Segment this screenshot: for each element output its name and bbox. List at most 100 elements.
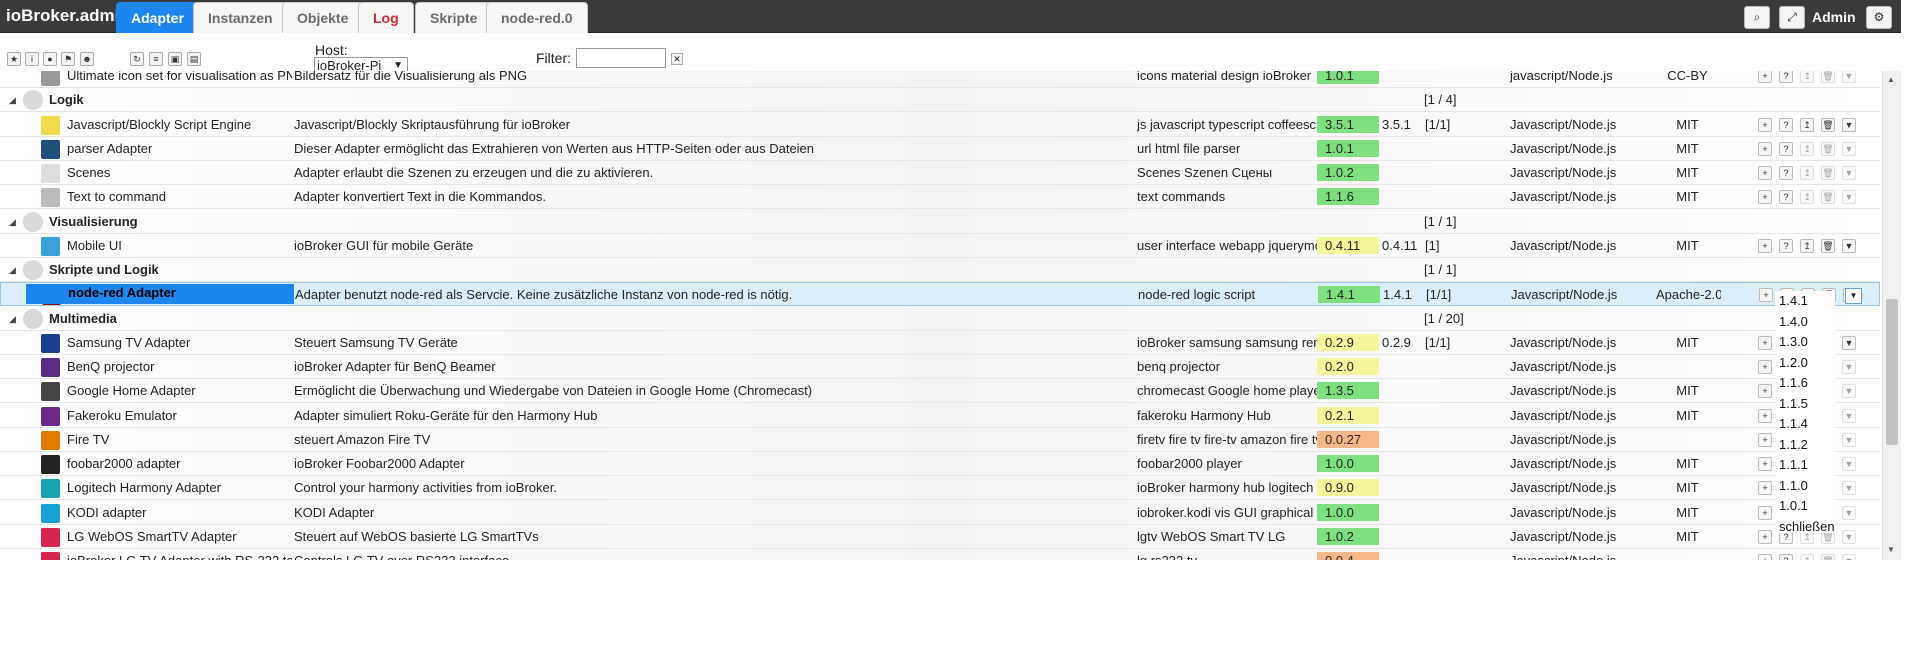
adapter-row[interactable]: BenQ projector ioBroker Adapter für BenQ …: [0, 355, 1880, 379]
delete-icon[interactable]: 🗑: [1821, 554, 1835, 560]
chevron-down-icon[interactable]: ▼: [1842, 505, 1856, 520]
tab-log[interactable]: Log: [358, 2, 414, 33]
dropdown-version-item[interactable]: 1.2.0: [1775, 353, 1835, 374]
chevron-down-icon[interactable]: ▼: [1842, 481, 1856, 496]
upload-icon[interactable]: ↥: [1800, 554, 1814, 560]
grid-scrollbar[interactable]: ▲ ▼: [1882, 71, 1901, 560]
group-row[interactable]: ◢ Logik [1 / 4]: [0, 88, 1880, 113]
tab-node-red[interactable]: node-red.0: [486, 2, 588, 33]
delete-icon[interactable]: 🗑: [1821, 117, 1835, 132]
chevron-down-icon[interactable]: ▼: [1842, 360, 1856, 374]
github-icon[interactable]: ●: [43, 52, 57, 66]
chevron-down-icon[interactable]: ▼: [1842, 529, 1856, 544]
adapter-row[interactable]: Mobile UI ioBroker GUI für mobile Geräte u…: [0, 234, 1880, 258]
search-icon[interactable]: ⌕: [1744, 6, 1770, 29]
delete-icon[interactable]: 🗑: [1821, 141, 1835, 156]
upload-icon[interactable]: ↥: [1800, 166, 1814, 180]
chevron-down-icon[interactable]: ▼: [1842, 190, 1856, 205]
group-row[interactable]: ◢ Visualisierung [1 / 1]: [0, 210, 1880, 234]
help-icon[interactable]: ?: [1779, 554, 1793, 560]
dropdown-version-item[interactable]: 1.1.6: [1775, 373, 1835, 394]
upload-icon[interactable]: ↥: [1800, 71, 1814, 83]
chevron-down-icon[interactable]: ▼: [1842, 238, 1856, 253]
delete-icon[interactable]: 🗑: [1821, 238, 1835, 253]
list-icon[interactable]: ≡: [149, 52, 163, 66]
group-row[interactable]: ◢ Multimedia [1 / 20]: [0, 307, 1880, 331]
adapter-row[interactable]: node-red Adapter Adapter benutzt node-red…: [0, 282, 1880, 307]
flag-icon[interactable]: ⚑: [61, 52, 75, 66]
scroll-down-icon[interactable]: ▼: [1887, 545, 1895, 554]
dropdown-version-item[interactable]: 1.1.0: [1775, 476, 1835, 497]
scroll-up-icon[interactable]: ▲: [1887, 75, 1895, 84]
collapse-icon[interactable]: ◢: [9, 217, 16, 228]
collapse-icon[interactable]: ◢: [9, 95, 16, 106]
add-icon[interactable]: +: [1758, 335, 1772, 350]
adapter-row[interactable]: Google Home Adapter Ermöglicht die Überwa…: [0, 379, 1880, 404]
add-icon[interactable]: +: [1758, 384, 1772, 399]
add-icon[interactable]: +: [1759, 288, 1773, 303]
filter-input[interactable]: [576, 48, 666, 68]
chevron-down-icon[interactable]: ▼: [1842, 432, 1856, 447]
chevron-down-icon[interactable]: ▼: [1842, 457, 1856, 471]
upload-icon[interactable]: ↥: [1800, 117, 1814, 132]
adapter-row[interactable]: Ultimate icon set for visualisation as P…: [0, 71, 1880, 88]
dropdown-version-item[interactable]: 1.0.1: [1775, 496, 1835, 517]
chevron-down-icon[interactable]: ▼: [1842, 71, 1856, 83]
help-icon[interactable]: ?: [1779, 117, 1793, 132]
adapter-row[interactable]: Scenes Adapter erlaubt die Szenen zu erze…: [0, 161, 1880, 185]
chevron-down-icon[interactable]: ▼: [1842, 166, 1856, 180]
dropdown-version-item[interactable]: 1.1.5: [1775, 394, 1835, 415]
delete-icon[interactable]: 🗑: [1821, 190, 1835, 205]
adapter-row[interactable]: Javascript/Blockly Script Engine Javascri…: [0, 113, 1880, 137]
tab-objekte[interactable]: Objekte: [282, 2, 364, 33]
adapter-row[interactable]: Fire TV steuert Amazon Fire TV firetv fire…: [0, 428, 1880, 452]
upload-icon[interactable]: ↥: [1800, 238, 1814, 253]
add-icon[interactable]: +: [1758, 117, 1772, 132]
adapter-row[interactable]: Logitech Harmony Adapter Control your har…: [0, 476, 1880, 501]
adapter-row[interactable]: foobar2000 adapter ioBroker Foobar2000 Ad…: [0, 452, 1880, 476]
chevron-down-icon[interactable]: ▼: [1842, 554, 1856, 560]
tab-instanzen[interactable]: Instanzen: [193, 2, 288, 33]
refresh-icon[interactable]: ↻: [130, 52, 144, 66]
adapter-row[interactable]: KODI adapter KODI Adapter iobroker.kodi vi…: [0, 501, 1880, 525]
chevron-down-icon[interactable]: ▼: [1842, 384, 1856, 399]
chevron-down-icon[interactable]: ▼: [1842, 141, 1856, 156]
close-icon[interactable]: ✕: [671, 53, 683, 65]
adapter-row[interactable]: Samsung TV Adapter Steuert Samsung TV Ger…: [0, 331, 1880, 355]
collapse-icon[interactable]: ◢: [9, 265, 16, 276]
help-icon[interactable]: ?: [1779, 238, 1793, 253]
collapse-icon[interactable]: ◢: [9, 314, 16, 325]
info-icon[interactable]: i: [25, 52, 39, 66]
chevron-down-icon[interactable]: ▼: [1842, 408, 1856, 423]
dropdown-version-item[interactable]: 1.1.2: [1775, 435, 1835, 456]
add-icon[interactable]: +: [1758, 432, 1772, 447]
add-icon[interactable]: +: [1758, 360, 1772, 374]
user-name[interactable]: Admin: [1812, 9, 1856, 25]
add-icon[interactable]: +: [1758, 505, 1772, 520]
tab-adapter[interactable]: Adapter: [116, 2, 199, 33]
dropdown-version-item[interactable]: 1.1.4: [1775, 414, 1835, 435]
dropdown-version-item[interactable]: 1.3.0: [1775, 332, 1835, 353]
upload-icon[interactable]: ↥: [1800, 190, 1814, 205]
dropdown-close-item[interactable]: schließen: [1775, 517, 1835, 538]
folder-icon[interactable]: ▣: [168, 52, 182, 66]
adapter-row[interactable]: Text to command Adapter konvertiert Text …: [0, 185, 1880, 210]
chevron-down-icon[interactable]: ▼: [1842, 117, 1856, 132]
upload-icon[interactable]: ↥: [1800, 141, 1814, 156]
settings-icon[interactable]: ⚙: [1866, 6, 1892, 29]
add-icon[interactable]: +: [1758, 457, 1772, 471]
delete-icon[interactable]: 🗑: [1821, 166, 1835, 180]
help-icon[interactable]: ?: [1779, 190, 1793, 205]
add-icon[interactable]: +: [1758, 238, 1772, 253]
adapter-row[interactable]: Fakeroku Emulator Adapter simuliert Roku-…: [0, 404, 1880, 428]
help-icon[interactable]: ?: [1779, 141, 1793, 156]
chevron-down-icon[interactable]: ▼: [1845, 288, 1862, 304]
tab-skripte[interactable]: Skripte: [415, 2, 493, 33]
expand-icon[interactable]: ⤢: [1779, 6, 1805, 29]
group-row[interactable]: ◢ Skripte und Logik [1 / 1]: [0, 258, 1880, 282]
dropdown-version-item[interactable]: 1.4.0: [1775, 312, 1835, 333]
adapter-row[interactable]: LG WebOS SmartTV Adapter Steuert auf WebO…: [0, 525, 1880, 549]
add-icon[interactable]: +: [1758, 166, 1772, 180]
add-icon[interactable]: +: [1758, 554, 1772, 560]
adapter-row[interactable]: parser Adapter Dieser Adapter ermöglicht …: [0, 137, 1880, 161]
